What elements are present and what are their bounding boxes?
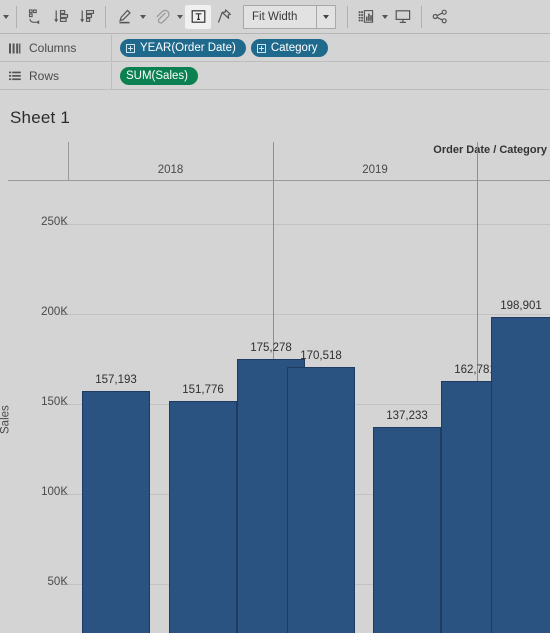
plus-box-icon[interactable] [126,43,135,53]
fit-selector[interactable]: Fit Width [243,4,336,29]
bar-value-label: 170,518 [300,350,342,362]
y-tick-mark [62,494,67,495]
bar-2018-office-supplies[interactable] [169,401,237,633]
highlighter-icon[interactable] [111,5,137,29]
column-header-2018[interactable]: 2018 [68,162,273,179]
rows-shelf[interactable]: Rows SUM(Sales) [0,63,550,90]
y-tick-label: 150K [41,396,68,408]
bar-next-furniture[interactable] [491,317,550,633]
pill-year-order-date[interactable]: YEAR(Order Date) [120,39,246,57]
paperclip-icon[interactable] [148,5,174,29]
y-tick-mark [62,404,67,405]
y-axis-title: Sales [0,405,12,434]
pin-icon[interactable] [211,5,237,29]
toolbar-divider [421,5,422,28]
page-title: Sheet 1 [10,108,71,127]
y-tick-mark [62,584,67,585]
plus-box-icon[interactable] [256,43,266,53]
tableau-worksheet-window: Fit Width Columns YEAR(Order Date) Categ… [0,0,550,633]
toolbar-divider [105,5,106,28]
columns-label-text: Columns [29,41,77,55]
bar-value-label: 151,776 [182,384,224,396]
bar-value-label: 137,233 [386,410,428,422]
presentation-icon[interactable] [390,5,416,29]
swap-icon[interactable] [22,5,48,29]
share-icon[interactable] [427,5,453,29]
y-axis: Sales 250K 200K 150K 100K 50K 0K [0,181,68,633]
pill-sum-sales[interactable]: SUM(Sales) [120,67,198,85]
sort-descending-icon[interactable] [74,5,100,29]
toolbar: Fit Width [0,0,550,34]
pill-label: SUM(Sales) [126,70,188,82]
rows-icon [8,70,22,83]
chevron-down-icon[interactable] [316,5,335,28]
text-box-icon[interactable] [185,4,211,29]
y-tick-mark [62,224,67,225]
field-caption: Order Date / Category [433,144,547,156]
attachment-caret[interactable] [174,6,185,28]
bar-2018-furniture[interactable] [82,391,150,633]
bar-value-label: 198,901 [500,300,542,312]
column-header-2019[interactable]: 2019 [273,162,477,179]
pill-label: YEAR(Order Date) [140,42,236,54]
toolbar-overflow-caret[interactable] [0,6,11,28]
rows-shelf-label: Rows [0,63,112,89]
columns-icon [8,42,22,55]
y-tick-label: 100K [41,486,68,498]
toolbar-divider [16,5,17,28]
columns-shelf[interactable]: Columns YEAR(Order Date) Category [0,35,550,62]
y-tick-label: 50K [47,576,68,588]
columns-drop-zone[interactable]: YEAR(Order Date) Category [112,35,550,61]
rows-drop-zone[interactable]: SUM(Sales) [112,63,550,89]
bar-2019-furniture[interactable] [287,367,355,633]
bar-2019-office-supplies[interactable] [373,427,441,633]
y-tick-label: 200K [41,306,68,318]
highlighter-color-caret[interactable] [137,6,148,28]
visualization-canvas[interactable]: Sheet 1 Order Date / Category 2018 2019 … [0,91,550,633]
plot-area[interactable]: 157,193 151,776 175,278 170,518 137,233 … [68,143,550,633]
rows-label-text: Rows [29,69,60,83]
columns-shelf-label: Columns [0,35,112,61]
bar-value-label: 157,193 [95,374,137,386]
pill-label: Category [270,42,318,54]
y-tick-mark [62,314,67,315]
show-me-icon[interactable] [353,5,379,29]
pill-category[interactable]: Category [250,39,328,57]
y-tick-label: 250K [41,216,68,228]
column-header-band: Order Date / Category 2018 2019 [8,142,550,181]
toolbar-divider [347,5,348,28]
fit-selector-value: Fit Width [252,10,298,23]
show-me-caret[interactable] [379,6,390,28]
sort-ascending-icon[interactable] [48,5,74,29]
